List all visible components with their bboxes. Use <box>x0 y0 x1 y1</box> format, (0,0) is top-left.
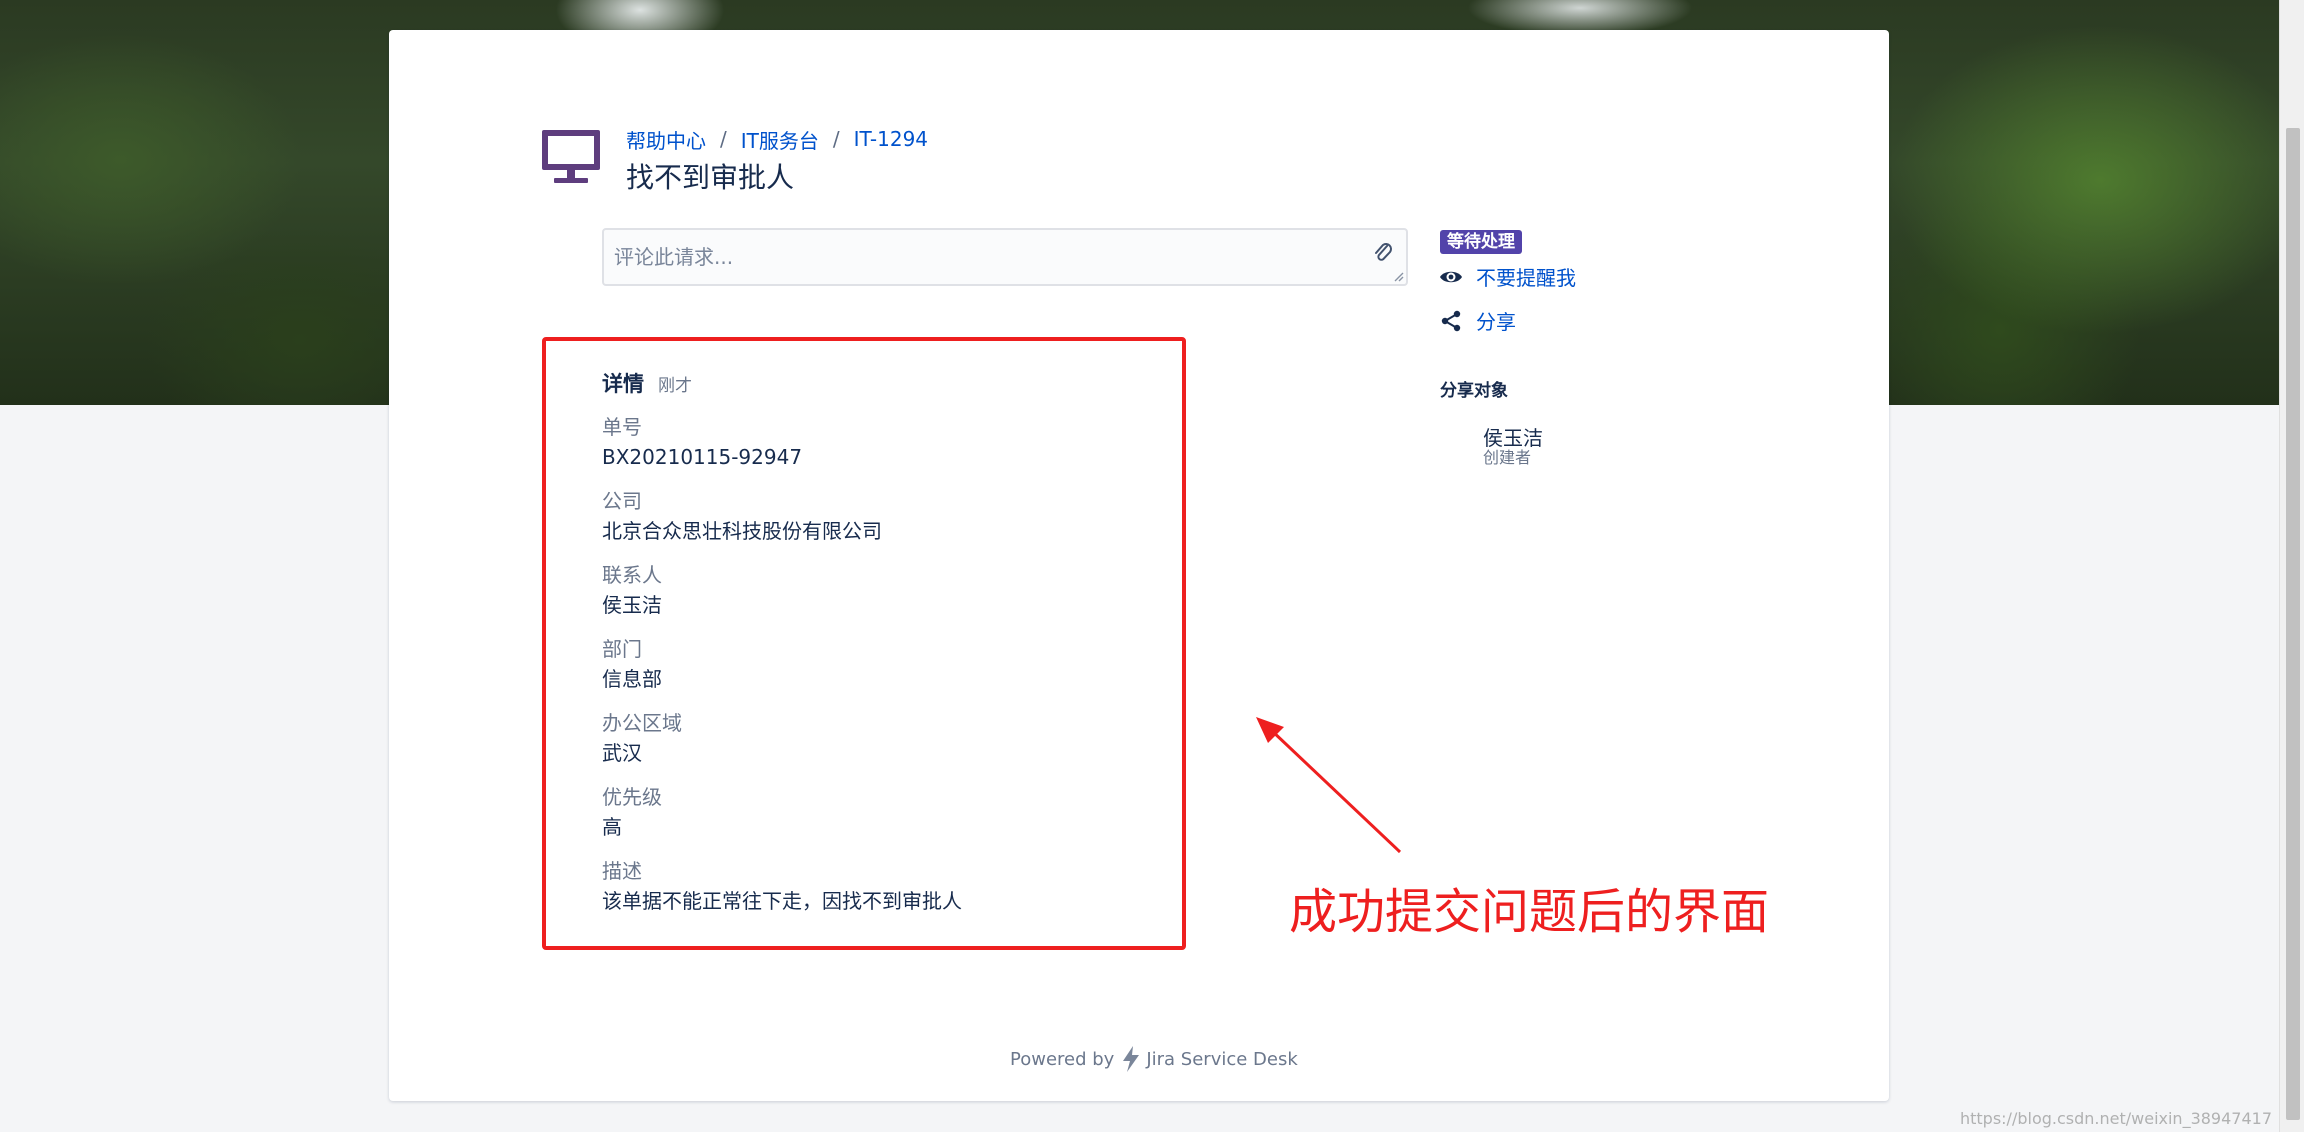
field-value: 北京合众思壮科技股份有限公司 <box>602 519 882 543</box>
field-label: 公司 <box>602 489 642 513</box>
field-value: BX20210115-92947 <box>602 445 803 469</box>
breadcrumb-separator: / <box>832 127 840 151</box>
shared-with-heading: 分享对象 <box>1440 381 1508 401</box>
watermark: https://blog.csdn.net/weixin_38947417 <box>1959 1109 2272 1128</box>
page-title: 找不到审批人 <box>626 161 795 194</box>
field-label: 办公区域 <box>602 711 682 735</box>
share-icon <box>1441 310 1461 331</box>
breadcrumb-issue-key-link[interactable]: IT-1294 <box>854 127 928 151</box>
field-priority: 优先级 高 <box>602 782 1162 842</box>
breadcrumb: 帮助中心 / IT服务台 / IT-1294 <box>626 124 928 154</box>
breadcrumb-separator: / <box>720 127 727 151</box>
details-timestamp: 刚才 <box>658 376 692 396</box>
portal-page: 帮助中心 / IT服务台 / IT-1294 找不到审批人 等待处理 不要提醒我 <box>0 0 2304 1132</box>
field-value: 侯玉洁 <box>602 593 662 617</box>
field-value: 高 <box>602 815 622 839</box>
paperclip-icon[interactable] <box>1372 240 1394 266</box>
field-label: 联系人 <box>602 563 662 587</box>
field-value: 该单据不能正常往下走，因找不到审批人 <box>602 889 962 913</box>
details-header: 详情 刚才 <box>602 368 1162 398</box>
field-office-area: 办公区域 武汉 <box>602 708 1162 768</box>
field-value: 信息部 <box>602 667 662 691</box>
annotation-arrow-icon <box>1256 717 1402 854</box>
footer-product-link[interactable]: Jira Service Desk <box>1146 1049 1297 1070</box>
field-label: 描述 <box>602 859 642 883</box>
annotation-text: 成功提交问题后的界面 <box>1289 884 1770 940</box>
field-company: 公司 北京合众思壮科技股份有限公司 <box>602 486 1162 546</box>
field-contact: 联系人 侯玉洁 <box>602 560 1162 620</box>
eye-icon <box>1440 271 1462 282</box>
scrollbar[interactable] <box>2279 0 2304 1132</box>
monitor-icon <box>542 130 600 183</box>
field-label: 单号 <box>602 415 642 439</box>
comment-box <box>602 228 1408 286</box>
unwatch-button[interactable]: 不要提醒我 <box>1438 262 1576 291</box>
resize-handle-icon[interactable] <box>1392 270 1404 282</box>
field-ticket-number: 单号 BX20210115-92947 <box>602 412 1162 472</box>
share-button[interactable]: 分享 <box>1438 306 1516 335</box>
bolt-icon <box>1123 1046 1140 1072</box>
footer-powered-by: Powered by <box>1010 1048 1115 1070</box>
scrollbar-thumb[interactable] <box>2286 128 2300 1120</box>
field-label: 部门 <box>602 637 642 661</box>
details-section: 详情 刚才 单号 BX20210115-92947 公司 北京合众思壮科技股份有… <box>602 368 1162 916</box>
unwatch-label: 不要提醒我 <box>1476 266 1576 290</box>
footer: Powered by Jira Service Desk <box>1010 1044 1298 1074</box>
breadcrumb-help-center-link[interactable]: 帮助中心 <box>626 125 706 154</box>
status-badge: 等待处理 <box>1440 230 1522 254</box>
details-title: 详情 <box>602 372 644 396</box>
field-department: 部门 信息部 <box>602 634 1162 694</box>
field-description: 描述 该单据不能正常往下走，因找不到审批人 <box>602 856 1162 916</box>
share-label: 分享 <box>1476 310 1516 334</box>
sharer-role: 创建者 <box>1483 448 1532 467</box>
field-label: 优先级 <box>602 785 662 809</box>
breadcrumb-service-desk-link[interactable]: IT服务台 <box>741 125 819 154</box>
field-value: 武汉 <box>602 741 642 765</box>
comment-input[interactable] <box>604 230 1364 284</box>
